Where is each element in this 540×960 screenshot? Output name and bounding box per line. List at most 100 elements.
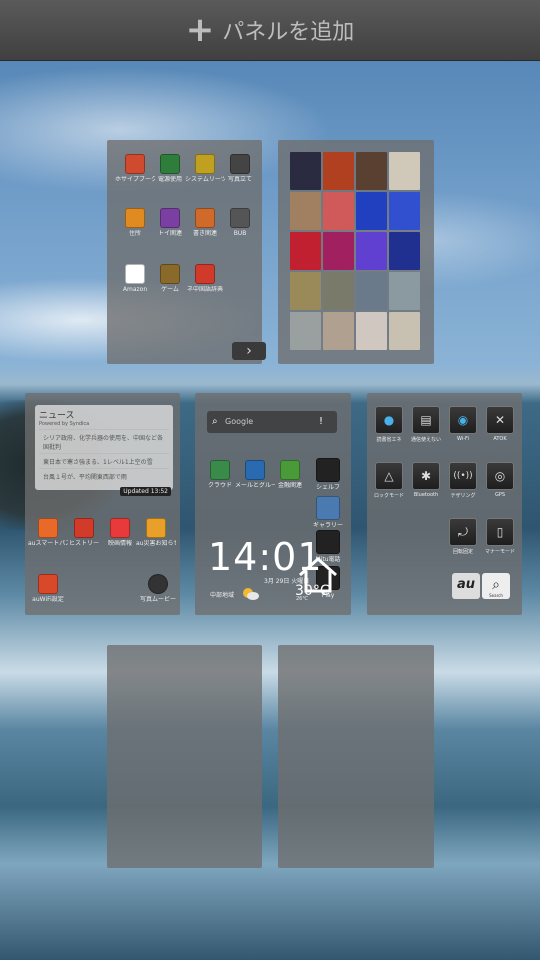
toggle-label: 通信使えない bbox=[411, 437, 442, 443]
app-icon[interactable]: メールとグループ bbox=[235, 460, 275, 489]
au-logo-button[interactable]: au bbox=[452, 573, 480, 599]
movie-icon bbox=[110, 518, 130, 538]
app-label: 書き関連 bbox=[192, 230, 217, 237]
news-widget[interactable]: ニュース Powered by Syndica シリア政府、化学兵器の使用を、中… bbox=[35, 405, 173, 496]
app-icon[interactable]: 住所 bbox=[115, 208, 155, 237]
toggle-label: Bluetooth bbox=[413, 492, 439, 498]
add-panel-label: パネルを追加 bbox=[222, 20, 355, 45]
toggle-label: テザリング bbox=[450, 493, 476, 499]
app-folder-icon bbox=[195, 208, 215, 228]
app-icon[interactable]: 写真ムービー bbox=[138, 574, 178, 603]
app-folder-icon bbox=[160, 154, 180, 174]
signal-icon: ▤ bbox=[412, 406, 440, 434]
news-updated: Updated 13:52 bbox=[120, 487, 171, 496]
app-label: シェルフ bbox=[315, 484, 340, 491]
globe-icon: ● bbox=[375, 406, 403, 434]
toggle-label: Wi-Fi bbox=[457, 436, 469, 442]
microphone-icon[interactable]: ! bbox=[319, 411, 323, 433]
panel-empty-2[interactable] bbox=[278, 645, 434, 868]
toggle-signal[interactable]: ▤ 通信使えない bbox=[411, 406, 441, 443]
add-panel-bar[interactable]: + パネルを追加 bbox=[0, 0, 540, 61]
app-icon[interactable]: 金融関連 bbox=[270, 460, 310, 489]
app-icon[interactable]: ホサイプブーク bbox=[115, 154, 155, 183]
next-page-button[interactable]: › bbox=[232, 342, 266, 360]
dictionary-icon bbox=[195, 264, 215, 284]
toggle-label: GPS bbox=[494, 492, 506, 498]
toggle-wifi[interactable]: ◉ Wi-Fi bbox=[448, 406, 478, 442]
app-icon[interactable]: Amazon bbox=[115, 264, 155, 293]
gps-icon: ◎ bbox=[486, 462, 514, 490]
app-folder-icon bbox=[245, 460, 265, 480]
news-subtitle: Powered by Syndica bbox=[39, 421, 90, 427]
book-icon bbox=[316, 458, 340, 482]
chevron-right-icon: › bbox=[246, 343, 252, 359]
tethering-icon: ((•)) bbox=[449, 462, 477, 490]
app-label: au災害お知らせ bbox=[136, 540, 176, 547]
app-icon[interactable]: 写真立て bbox=[220, 154, 260, 183]
dock-app[interactable]: シェルフ bbox=[308, 458, 348, 491]
app-folder-icon bbox=[125, 154, 145, 174]
panel-apps[interactable]: ホサイプブーク 電源使用 システムリーツール 写真立て 住所 トイ関連 書き関連… bbox=[107, 140, 262, 364]
triangle-icon: △ bbox=[375, 462, 403, 490]
app-label: ネ中国語辞典 bbox=[186, 286, 223, 293]
app-label: BUB bbox=[233, 230, 247, 237]
app-icon[interactable]: クラウド bbox=[200, 460, 240, 489]
news-title: ニュース bbox=[39, 411, 75, 421]
app-label: トイ関連 bbox=[157, 230, 182, 237]
app-folder-icon bbox=[210, 460, 230, 480]
dock-app[interactable]: ギャラリー bbox=[308, 496, 348, 529]
toggle-gps[interactable]: ◎ GPS bbox=[485, 462, 515, 498]
location-label: 中部地域 bbox=[210, 592, 235, 599]
toggle-rotate[interactable]: ⤾ 回転固定 bbox=[448, 518, 478, 555]
app-label: 写真立て bbox=[227, 176, 252, 183]
toggle-lock[interactable]: △ ロックモード bbox=[374, 462, 404, 499]
search-icon: ⌕ bbox=[492, 577, 500, 593]
app-icon[interactable]: auスマートパス bbox=[28, 518, 68, 547]
app-icon[interactable]: au災害お知らせ bbox=[136, 518, 176, 547]
app-label: 写真ムービー bbox=[139, 596, 176, 603]
app-icon[interactable]: BUB bbox=[220, 208, 260, 237]
app-icon[interactable]: トイ関連 bbox=[150, 208, 190, 237]
app-icon[interactable]: 書き関連 bbox=[185, 208, 225, 237]
app-folder-icon bbox=[230, 208, 250, 228]
toggle-label: 回転固定 bbox=[452, 549, 473, 555]
app-icon[interactable]: ネ中国語辞典 bbox=[185, 264, 225, 293]
camera-icon bbox=[148, 574, 168, 594]
keyboard-icon: ✕ bbox=[486, 406, 514, 434]
app-label: 金融関連 bbox=[277, 482, 302, 489]
news-item[interactable]: 東日本で寒さ強まる、1レベル1上空の雪 bbox=[39, 453, 169, 466]
toggle-label: ATOK bbox=[493, 436, 507, 442]
google-search-bar[interactable]: ⌕ Google ! bbox=[207, 411, 337, 433]
temperature-range: 26℃ bbox=[296, 596, 308, 602]
search-button[interactable]: ⌕ Search bbox=[482, 573, 510, 599]
disaster-icon bbox=[146, 518, 166, 538]
news-item[interactable]: 台風１号が、平均関東西部で雨 bbox=[39, 468, 169, 481]
app-label: クラウド bbox=[207, 482, 232, 489]
vibrate-icon: ▯ bbox=[486, 518, 514, 546]
app-label: メールとグループ bbox=[235, 482, 275, 489]
search-button-label: Search bbox=[489, 593, 503, 598]
plus-icon: + bbox=[185, 10, 215, 50]
toggle-tethering[interactable]: ((•)) テザリング bbox=[448, 462, 478, 499]
app-label: 住所 bbox=[128, 230, 141, 237]
app-icon[interactable]: 映画情報 bbox=[100, 518, 140, 547]
app-folder-icon bbox=[230, 154, 250, 174]
toggle-atok[interactable]: ✕ ATOK bbox=[485, 406, 515, 442]
app-label: auWiFi設定 bbox=[32, 596, 64, 603]
panel-empty-1[interactable] bbox=[107, 645, 262, 868]
game-icon bbox=[160, 264, 180, 284]
app-icon[interactable]: システムリーツール bbox=[185, 154, 225, 183]
news-item[interactable]: シリア政府、化学兵器の使用を、中国など各国批判 bbox=[39, 429, 169, 451]
toggle-label: マナーモード bbox=[485, 549, 516, 555]
app-label: ホサイプブーク bbox=[115, 176, 155, 183]
app-label: ゲーム bbox=[161, 286, 179, 293]
toggle-globe[interactable]: ● 読書省エネ bbox=[374, 406, 404, 443]
home-icon bbox=[299, 556, 337, 593]
app-icon[interactable]: 電源使用 bbox=[150, 154, 190, 183]
app-icon[interactable]: ゲーム bbox=[150, 264, 190, 293]
app-icon[interactable]: ヒストリー bbox=[64, 518, 104, 547]
toggle-bluetooth[interactable]: ✱ Bluetooth bbox=[411, 462, 441, 498]
app-icon[interactable]: auWiFi設定 bbox=[28, 574, 68, 603]
panel-photos[interactable] bbox=[278, 140, 434, 364]
toggle-vibrate[interactable]: ▯ マナーモード bbox=[485, 518, 515, 555]
